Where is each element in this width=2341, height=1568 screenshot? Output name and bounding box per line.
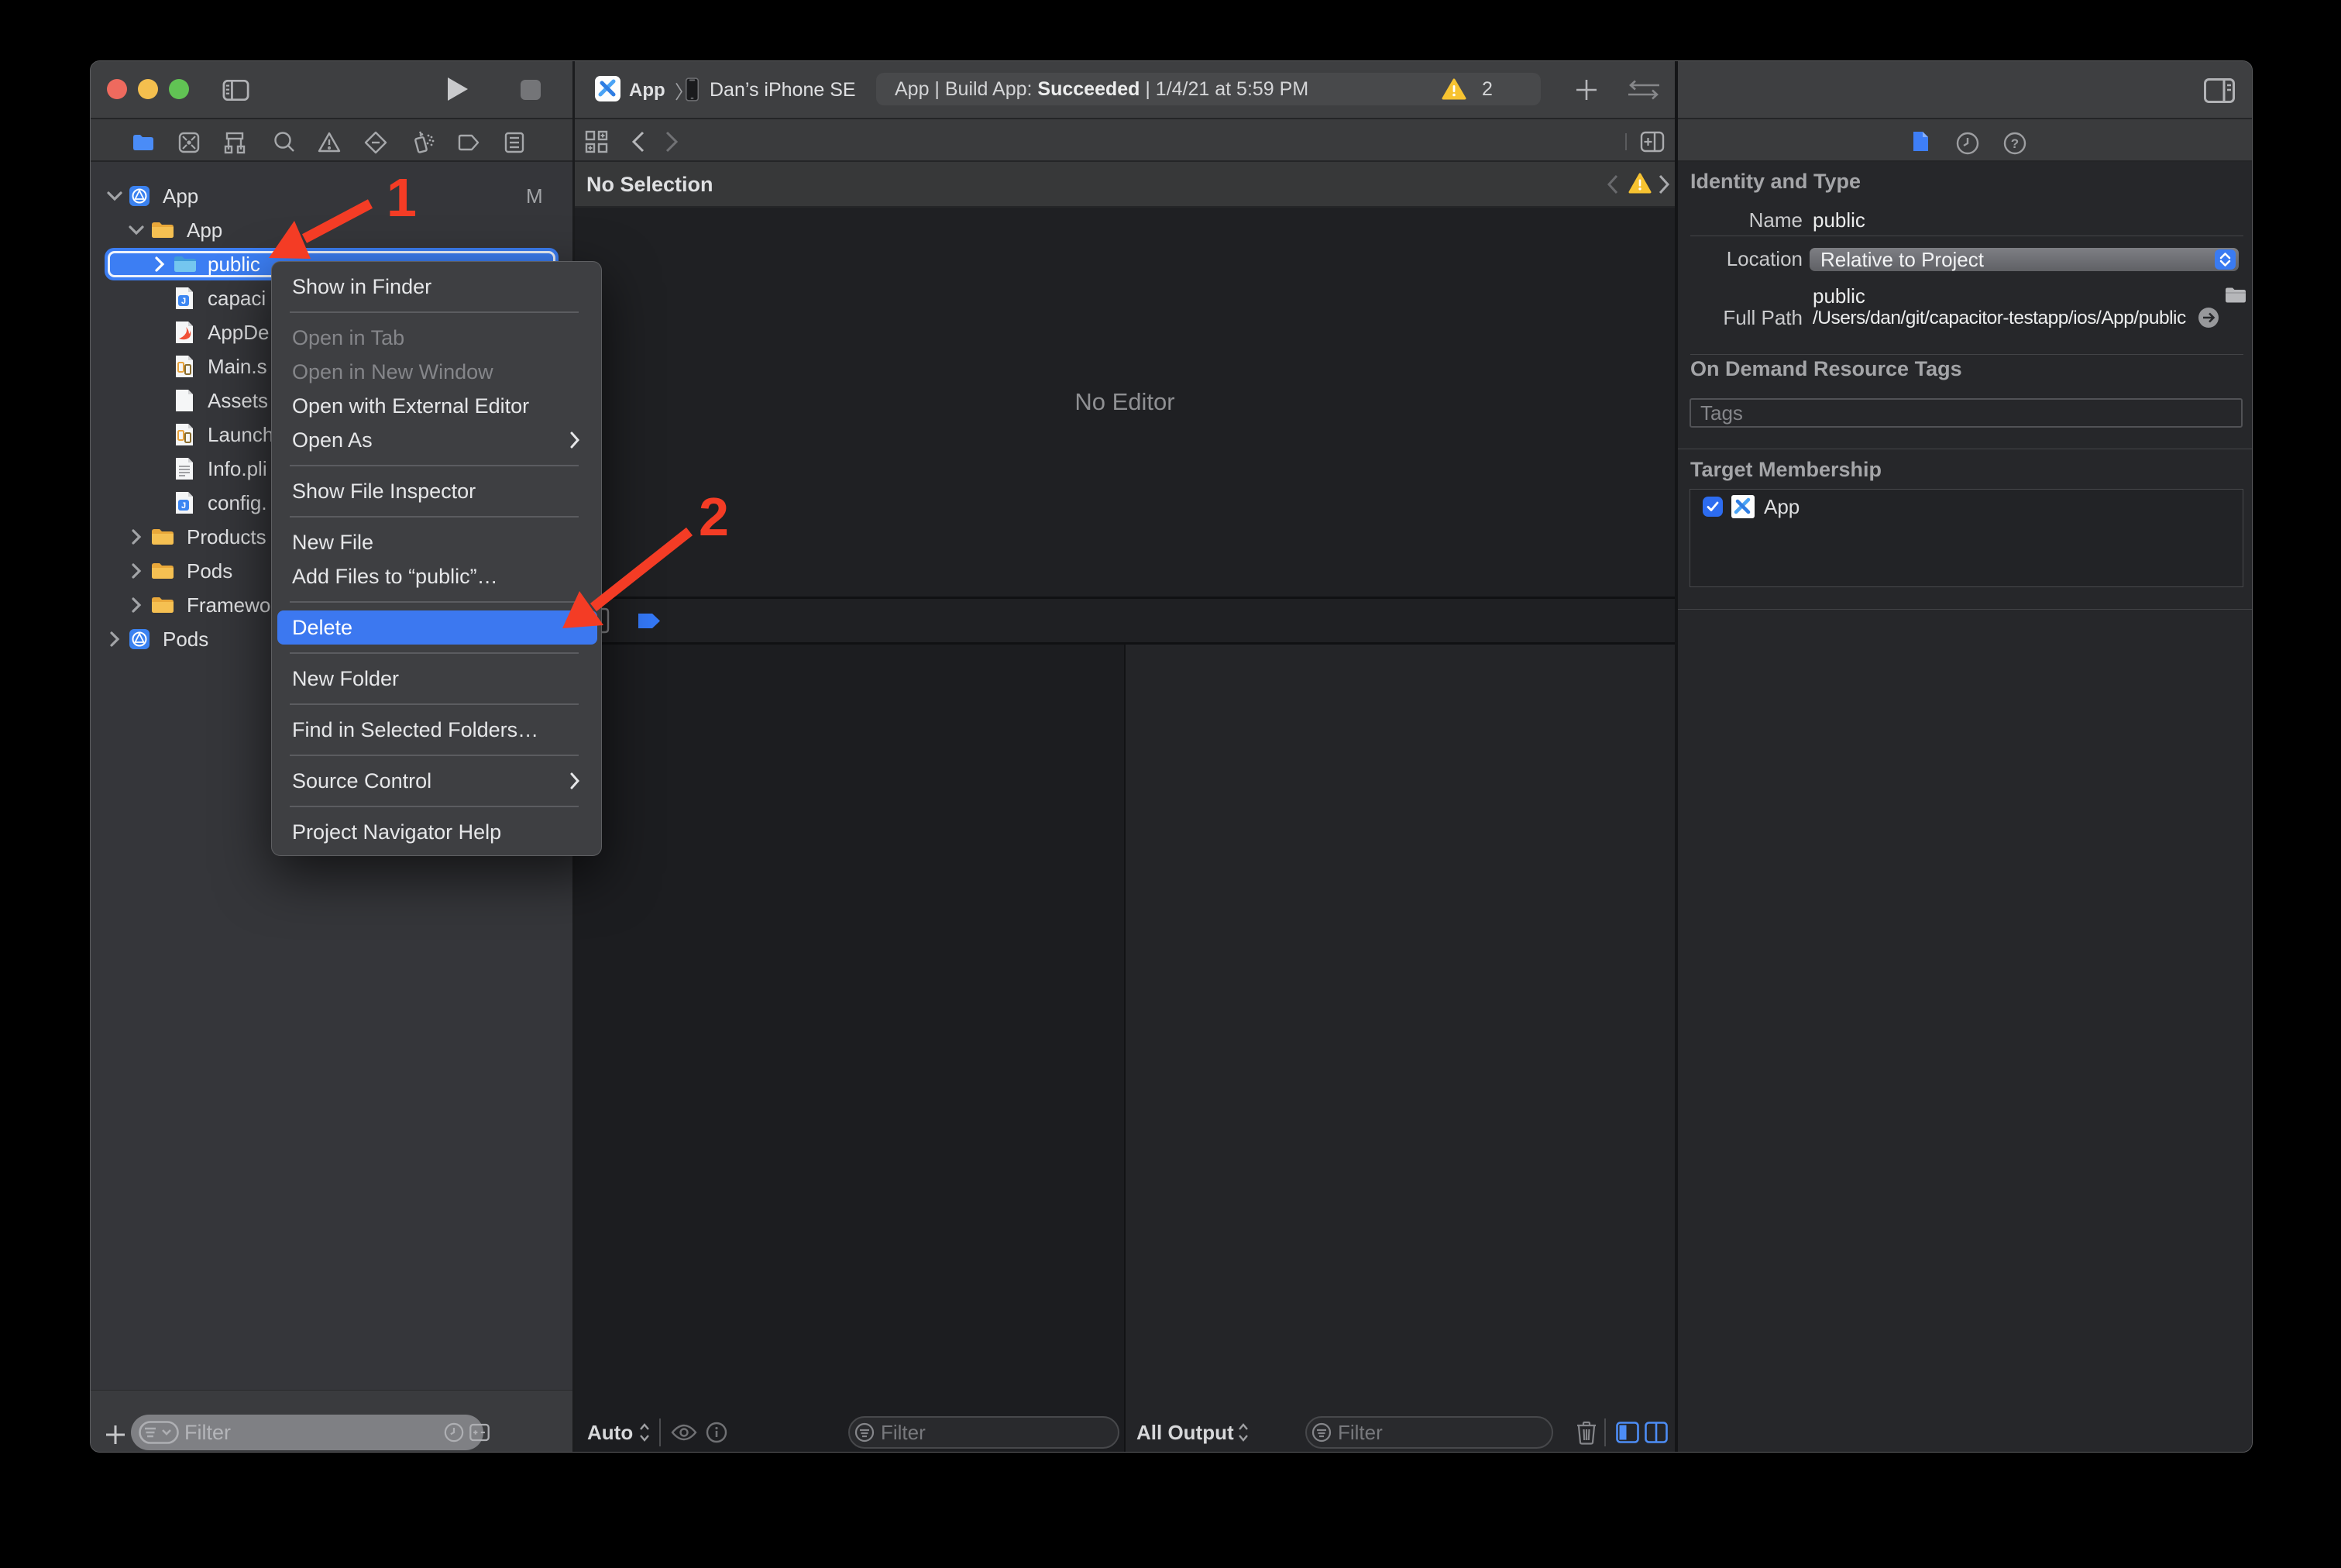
svg-text:2: 2 [699,487,729,547]
svg-text:1: 1 [387,167,417,228]
